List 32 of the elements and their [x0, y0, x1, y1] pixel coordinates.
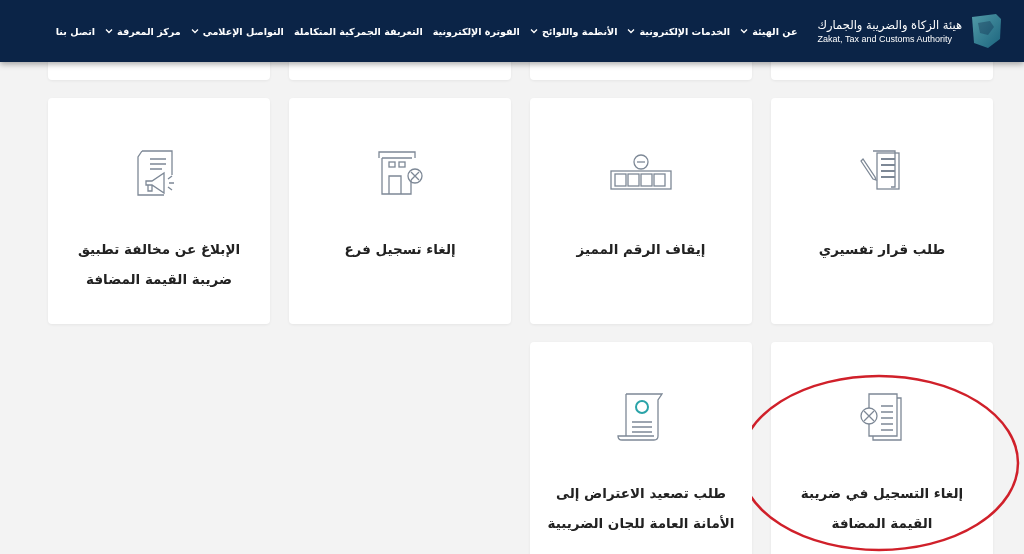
service-card[interactable]: طلب قرار تفسيري	[771, 98, 993, 324]
service-title: إيقاف الرقم المميز	[576, 240, 706, 259]
nav-link[interactable]: اتصل بنا	[55, 25, 96, 37]
service-title: إلغاء تسجيل فرع	[344, 240, 456, 259]
document-cancel-icon	[859, 392, 905, 442]
logo-subtitle: Zakat, Tax and Customs Authority	[817, 34, 953, 44]
number-boxes-minus-icon	[610, 154, 672, 192]
nav-link[interactable]: مركز المعرفة	[105, 25, 181, 37]
chevron-down-icon	[529, 28, 538, 34]
chevron-down-icon	[627, 28, 636, 34]
scroll-document-icon	[616, 392, 666, 442]
chevron-down-icon	[105, 28, 114, 34]
service-card[interactable]: الإبلاغ عن مخالفة تطبيق ضريبة القيمة المضافة	[48, 98, 270, 324]
service-title: إلغاء التسجيل في ضريبة القيمة المضافة	[799, 484, 965, 533]
nav-link[interactable]: عن الهيئة	[740, 25, 798, 37]
nav-link[interactable]: الخدمات الإلكترونية	[627, 25, 731, 37]
nav-link[interactable]: التعريفة الجمركية المتكاملة	[293, 25, 423, 37]
chevron-down-icon	[190, 28, 199, 34]
service-card[interactable]: طلب تصعيد الاعتراض إلى الأمانة العامة للجان الضريبية	[530, 342, 752, 554]
nav-link[interactable]: التواصل الإعلامي	[190, 25, 284, 37]
service-title: طلب تصعيد الاعتراض إلى الأمانة العامة للجان الضريبية	[546, 484, 736, 533]
building-cancel-icon	[377, 150, 423, 196]
logo-icon	[970, 13, 1002, 49]
logo-title: هيئة الزكاة والضريبة والجمارك	[817, 18, 962, 32]
service-card[interactable]: إيقاف الرقم المميز	[530, 98, 752, 324]
service-card[interactable]: إلغاء التسجيل في ضريبة القيمة المضافة	[771, 342, 993, 554]
nav-link[interactable]: الأنظمة واللوائح	[529, 25, 618, 37]
service-title: الإبلاغ عن مخالفة تطبيق ضريبة القيمة المضافة	[76, 240, 242, 289]
service-card[interactable]: إلغاء تسجيل فرع	[289, 98, 511, 324]
nav-link[interactable]: الفوترة الإلكترونية	[432, 25, 520, 37]
service-title: طلب قرار تفسيري	[818, 240, 946, 260]
chevron-down-icon	[740, 28, 749, 34]
